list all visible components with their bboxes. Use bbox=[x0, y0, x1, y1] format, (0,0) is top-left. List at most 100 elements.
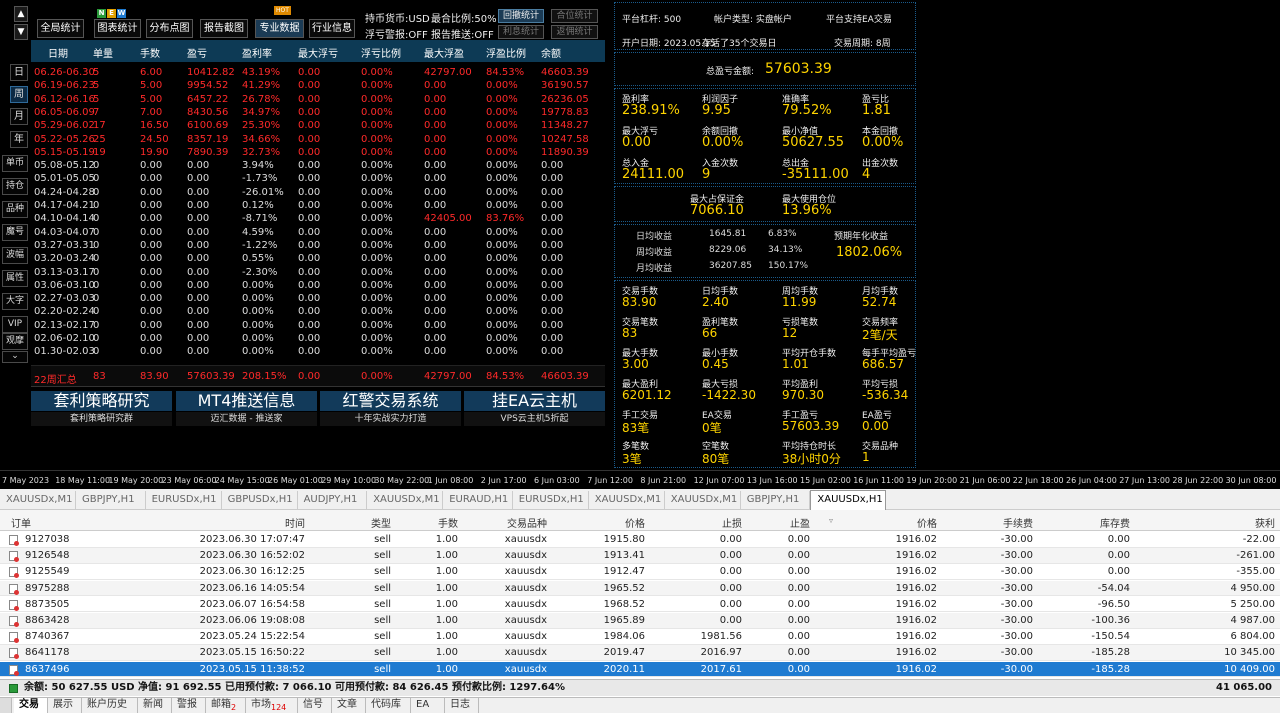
side-button[interactable]: 品种 bbox=[2, 201, 28, 218]
terminal-column-header[interactable]: 止盈 bbox=[790, 515, 810, 530]
terminal-tab[interactable]: 邮箱2 bbox=[206, 698, 246, 713]
weekly-cell: 0.00% bbox=[361, 319, 393, 331]
order-row[interactable]: 8637496 2023.05.15 11:38:52 sell 1.00 xauusd… bbox=[0, 661, 1280, 678]
order-row[interactable]: 8740367 2023.05.24 15:22:54 sell 1.00 xauusd… bbox=[0, 629, 1280, 645]
column-header: 日期 bbox=[48, 49, 68, 60]
scroll-down-button[interactable]: ▼ bbox=[14, 24, 28, 40]
chart-tab[interactable]: GBPJPY,H1 bbox=[76, 491, 146, 509]
toolbar-button[interactable]: 行业信息 bbox=[309, 19, 355, 38]
order-row[interactable]: 8641178 2023.05.15 16:50:22 sell 1.00 xauusd… bbox=[0, 645, 1280, 662]
terminal-column-header[interactable]: 止损 bbox=[722, 515, 742, 530]
side-button[interactable]: 持仓 bbox=[2, 178, 28, 195]
terminal-tab[interactable]: 交易 bbox=[14, 698, 48, 713]
terminal-column-header[interactable]: 库存费 bbox=[1100, 515, 1130, 530]
chart-tab[interactable]: EURAUD,H1 bbox=[443, 491, 513, 509]
terminal-column-header[interactable]: 手续费 bbox=[1003, 515, 1033, 530]
terminal-tab[interactable]: 日志 bbox=[445, 698, 479, 713]
terminal-tab[interactable]: EA bbox=[411, 698, 445, 713]
chart-tab[interactable]: XAUUSDx,M1 bbox=[367, 491, 444, 509]
toolbar-button[interactable]: 全局统计 bbox=[37, 19, 84, 38]
terminal-column-header[interactable]: 时间 bbox=[285, 515, 305, 530]
side-button[interactable]: 单币 bbox=[2, 155, 28, 172]
mini-button[interactable]: 回撤统计 bbox=[498, 9, 544, 23]
side-button[interactable]: 波幅 bbox=[2, 247, 28, 264]
mini-button[interactable]: 利息统计 bbox=[498, 25, 544, 39]
weekly-cell: 0.00% bbox=[486, 106, 518, 118]
terminal-tab[interactable]: 警报 bbox=[172, 698, 206, 713]
chart-tab[interactable]: XAUUSDx,M1 bbox=[589, 491, 665, 509]
more-icon[interactable]: ⌄ bbox=[2, 351, 28, 363]
toolbar-button[interactable]: 分布点图 bbox=[146, 19, 193, 38]
side-button[interactable]: 观摩 bbox=[2, 333, 28, 350]
chart-tab[interactable]: EURUSDx,H1 bbox=[146, 491, 222, 509]
order-cell: 0.00 bbox=[719, 534, 742, 545]
terminal-column-header[interactable]: 价格 bbox=[625, 515, 645, 530]
side-button[interactable]: 属性 bbox=[2, 270, 28, 287]
ad-subtitle[interactable]: VPS云主机5折起 bbox=[464, 412, 605, 426]
stat-value: 0笔 bbox=[702, 421, 722, 435]
mini-button[interactable]: 合位统计 bbox=[551, 9, 598, 23]
side-button[interactable]: VIP bbox=[2, 316, 28, 333]
toolbar-button[interactable]: 专业数据 bbox=[255, 19, 304, 38]
period-button[interactable]: 日 bbox=[10, 64, 28, 81]
toolbar-button[interactable]: 图表统计 bbox=[94, 19, 141, 38]
terminal-tab[interactable]: 展示 bbox=[48, 698, 82, 713]
chart-tab[interactable]: GBPUSDx,H1 bbox=[222, 491, 298, 509]
toolbar-option[interactable]: 报告推送:OFF bbox=[431, 26, 494, 41]
chart-tab[interactable]: XAUUSDx,M1 bbox=[0, 491, 76, 509]
ad-subtitle[interactable]: 套利策略研究群 bbox=[31, 412, 172, 426]
chart-tab[interactable]: XAUUSDx,H1 bbox=[810, 490, 887, 510]
terminal-column-header[interactable]: 订单 bbox=[11, 515, 31, 530]
terminal-column-header[interactable]: 价格 bbox=[917, 515, 937, 530]
stat-value: 7066.10 bbox=[690, 203, 744, 218]
order-row[interactable]: 8975288 2023.06.16 14:05:54 sell 1.00 xauusd… bbox=[0, 580, 1280, 597]
weekly-cell: 0.00% bbox=[486, 333, 518, 344]
ad-banner[interactable]: 红警交易系统 bbox=[320, 391, 461, 411]
mini-button[interactable]: 返佣统计 bbox=[551, 25, 598, 39]
side-button[interactable]: 大字 bbox=[2, 293, 28, 310]
side-button[interactable]: 魔号 bbox=[2, 224, 28, 241]
terminal-tab[interactable]: 账户历史 bbox=[82, 698, 138, 713]
toolbar-option[interactable]: 最合比例:50% bbox=[431, 10, 497, 25]
weekly-cell: 0.00 bbox=[140, 226, 163, 238]
toolbar-option[interactable]: 持币货币:USD bbox=[365, 10, 430, 25]
terminal-tab[interactable]: 文章 bbox=[332, 698, 366, 713]
terminal-tab[interactable]: 信号 bbox=[298, 698, 332, 713]
order-row[interactable]: 9125549 2023.06.30 16:12:25 sell 1.00 xauusd… bbox=[0, 564, 1280, 581]
chart-tab[interactable]: AUDJPY,H1 bbox=[298, 491, 368, 509]
weekly-cell: 0.00% bbox=[242, 346, 274, 358]
summary-cell: 22周汇总 bbox=[34, 375, 77, 386]
period-button[interactable]: 月 bbox=[10, 108, 28, 125]
ad-banner[interactable]: 套利策略研究 bbox=[31, 391, 172, 411]
period-button[interactable]: 周 bbox=[10, 86, 28, 103]
order-cell: 1916.02 bbox=[895, 598, 937, 610]
chart-tab[interactable]: EURUSDx,H1 bbox=[513, 491, 589, 509]
terminal-tab[interactable]: 新闻 bbox=[138, 698, 172, 713]
order-row[interactable]: 8873505 2023.06.07 16:54:58 sell 1.00 xauusd… bbox=[0, 597, 1280, 613]
scroll-up-button[interactable]: ▲ bbox=[14, 6, 28, 22]
order-row[interactable]: 8863428 2023.06.06 19:08:08 sell 1.00 xauusd… bbox=[0, 613, 1280, 629]
terminal-column-header[interactable]: 手数 bbox=[438, 515, 458, 530]
toolbar-button[interactable]: 报告截图 bbox=[200, 19, 248, 38]
order-cell: 2020.11 bbox=[603, 663, 645, 675]
ad-banner[interactable]: MT4推送信息 bbox=[176, 391, 317, 411]
ad-subtitle[interactable]: 迈汇数据 - 推送家 bbox=[176, 412, 317, 426]
chart-tab[interactable]: XAUUSDx,M1 bbox=[665, 491, 741, 509]
terminal-panel: 订单 时间 类型 手数 交易品种 价格 止损 止盈 价格 手续费 库存费 获利 ▿ 9127038 202… bbox=[0, 510, 1280, 697]
ad-banner[interactable]: 挂EA云主机 bbox=[464, 391, 605, 411]
terminal-tab[interactable]: 市场124 bbox=[246, 698, 298, 713]
order-cell: 10 345.00 bbox=[1224, 647, 1275, 659]
order-row[interactable]: 9126548 2023.06.30 16:52:02 sell 1.00 xauusd… bbox=[0, 548, 1280, 564]
terminal-column-header[interactable]: 获利 bbox=[1255, 515, 1275, 530]
balance-bar: 余额: 50 627.55 USD 净值: 91 692.55 已用预付款: 7… bbox=[0, 679, 1280, 696]
terminal-column-header[interactable]: 交易品种 bbox=[507, 515, 547, 530]
ad-subtitle[interactable]: 十年实战实力打造 bbox=[320, 412, 461, 426]
terminal-tab[interactable]: 代码库 bbox=[366, 698, 411, 713]
info-text: 平台支持EA交易 bbox=[826, 15, 892, 25]
period-button[interactable]: 年 bbox=[10, 131, 28, 148]
terminal-column-header[interactable]: 类型 bbox=[371, 515, 391, 530]
order-row[interactable]: 9127038 2023.06.30 17:07:47 sell 1.00 xauusd… bbox=[0, 532, 1280, 548]
chart-tab[interactable]: GBPJPY,H1 bbox=[741, 491, 811, 509]
weekly-row: 05.01-05.05 0 0.00 0.00 -1.73% 0.00 0.00% 0.00 0… bbox=[31, 172, 605, 185]
toolbar-option[interactable]: 浮亏警报:OFF bbox=[365, 26, 428, 41]
